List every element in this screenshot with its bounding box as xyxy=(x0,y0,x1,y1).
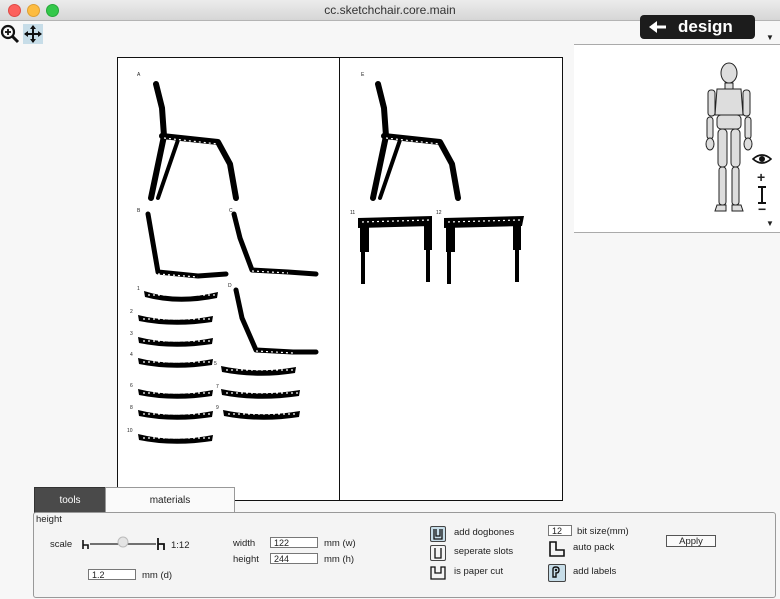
sheet-2-parts xyxy=(358,81,524,284)
part-label: E xyxy=(361,72,365,78)
chevron-down-icon[interactable]: ▼ xyxy=(766,219,774,228)
part-label: B xyxy=(137,208,141,214)
part-label: 8 xyxy=(130,405,133,411)
separate-slots-checkbox[interactable] xyxy=(430,545,446,561)
part-label: 9 xyxy=(216,405,219,411)
dogbones-label: add dogbones xyxy=(454,527,515,538)
height-label: height xyxy=(233,554,259,565)
part-label: 12 xyxy=(436,210,442,216)
part-label: 5 xyxy=(214,361,217,367)
sheet-1-parts xyxy=(138,81,319,444)
design-mode-label: design xyxy=(678,17,733,36)
paper-cut-label: is paper cut xyxy=(454,566,504,577)
cut-sheet-1[interactable]: A B C D 1 2 3 4 5 6 7 8 9 10 xyxy=(117,57,341,501)
bit-size-input[interactable]: 12 xyxy=(548,525,572,536)
cut-sheet-2[interactable]: E 11 12 xyxy=(339,57,563,501)
move-icon[interactable] xyxy=(23,24,43,44)
arrow-left-icon xyxy=(649,21,666,33)
part-label: 10 xyxy=(127,428,133,434)
eye-icon[interactable] xyxy=(751,153,773,168)
height-unit: mm (h) xyxy=(324,554,355,565)
paper-cut-checkbox[interactable] xyxy=(430,564,446,580)
part-label: 3 xyxy=(130,331,133,337)
part-label: 1 xyxy=(137,286,140,292)
part-label: 4 xyxy=(130,352,133,358)
auto-pack-icon[interactable] xyxy=(548,540,566,558)
human-figure[interactable] xyxy=(574,45,780,232)
height-input[interactable]: 244 xyxy=(270,553,318,564)
zoom-out-figure-icon[interactable]: − xyxy=(758,202,766,216)
scale-label: scale xyxy=(50,539,73,550)
part-label: 6 xyxy=(130,383,133,389)
tab-materials[interactable]: materials xyxy=(105,487,235,513)
slot-icon xyxy=(434,548,442,559)
add-labels-label: add labels xyxy=(573,566,617,577)
thickness-unit: mm (d) xyxy=(142,570,173,581)
tools-panel xyxy=(33,512,776,598)
part-label: 7 xyxy=(216,384,219,390)
human-figure-panel: + − ▼ xyxy=(574,44,780,233)
bit-size-label: bit size(mm) xyxy=(577,526,629,537)
separate-slots-label: seperate slots xyxy=(454,546,514,557)
part-label: 11 xyxy=(350,210,356,216)
scale-value: 1:12 xyxy=(171,540,190,551)
scale-slider[interactable] xyxy=(80,536,170,554)
add-labels-checkbox[interactable] xyxy=(548,564,566,582)
part-label: A xyxy=(137,72,141,78)
tab-materials-label: materials xyxy=(149,494,191,506)
dogbone-icon xyxy=(433,529,443,540)
thickness-input[interactable]: 1.2 xyxy=(88,569,136,580)
width-unit: mm (w) xyxy=(324,538,356,549)
auto-pack-label: auto pack xyxy=(573,542,615,553)
tab-tools-label: tools xyxy=(59,494,81,506)
design-mode-button[interactable]: design xyxy=(640,15,755,39)
zoom-in-figure-icon[interactable]: + xyxy=(757,170,765,184)
zoom-in-icon[interactable] xyxy=(0,24,20,44)
label-icon xyxy=(552,566,560,578)
dogbones-checkbox[interactable] xyxy=(430,526,446,542)
section-label: height xyxy=(36,514,62,525)
tab-tools[interactable]: tools xyxy=(34,487,106,513)
paper-cut-icon xyxy=(430,566,446,580)
width-input[interactable]: 122 xyxy=(270,537,318,548)
part-label: 2 xyxy=(130,309,133,315)
part-label: D xyxy=(228,283,232,289)
chevron-down-icon[interactable]: ▼ xyxy=(766,33,774,42)
apply-button[interactable]: Apply xyxy=(666,535,716,547)
part-label: C xyxy=(229,208,233,214)
width-label: width xyxy=(233,538,256,549)
